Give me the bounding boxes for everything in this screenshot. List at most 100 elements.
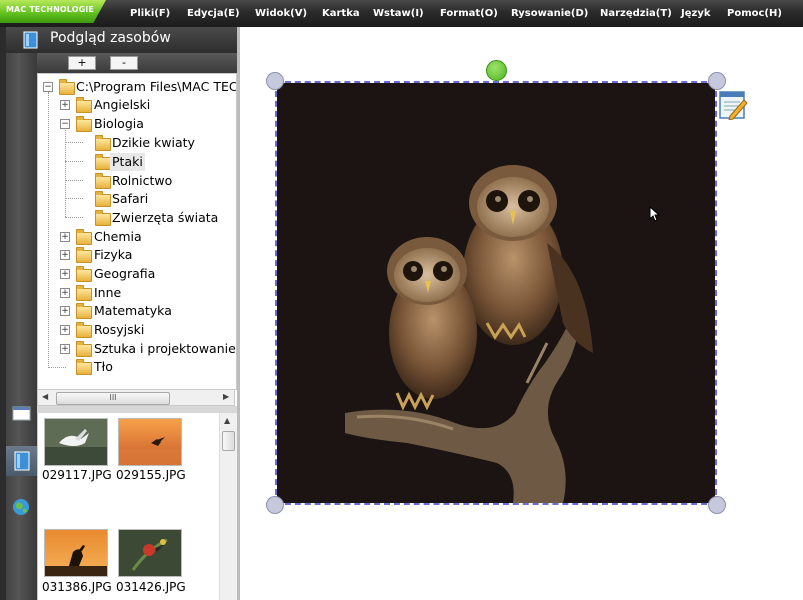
menu-language[interactable]: Język [681,8,711,19]
brand-text: MAC TECHNOLOGIE [6,5,94,14]
scroll-thumb[interactable] [222,431,235,451]
scroll-thumb[interactable]: III [56,392,170,405]
bird-photo-thumbnail [45,419,107,465]
resource-book-icon [14,451,30,471]
menu-edit[interactable]: Edycja(E) [187,8,240,19]
panel-toolbar: + - [37,53,237,73]
resize-handle-bottom-right[interactable] [708,496,726,514]
add-button[interactable]: + [68,56,96,70]
menu-bar: MAC TECHNOLOGIE Pliki(F) Edycja(E) Widok… [0,0,803,28]
thumbnail-031426[interactable] [118,529,182,577]
folder-icon [76,229,92,245]
resource-tree: − C:\Program Files\MAC TECH + Angielski … [37,73,237,390]
thumbnail-vertical-scrollbar[interactable]: ▲ [219,413,237,600]
folder-icon [76,285,92,301]
thumbnail-029155[interactable] [118,418,182,466]
tree-root[interactable]: − C:\Program Files\MAC TECH [38,78,236,96]
tree-item-tlo[interactable]: Tło [38,358,236,376]
expand-icon[interactable]: + [60,269,70,279]
tree-item-zwierzeta-swiata[interactable]: Zwierzęta świata [38,209,236,227]
expand-icon[interactable]: + [60,288,70,298]
selection-frame[interactable] [275,81,717,505]
tree-item-ptaki[interactable]: Ptaki [38,153,236,171]
thumbnail-grid: 029117.JPG 029155.JPG 031386.JPG 031426.… [37,413,238,600]
resource-book-icon [23,31,38,49]
tree-item-safari[interactable]: Safari [38,190,236,208]
side-icon-strip [0,27,37,600]
tree-item-inne[interactable]: + Inne [38,284,236,302]
menu-insert[interactable]: Wstaw(I) [373,8,424,19]
menu-format[interactable]: Format(O) [440,8,498,19]
panel-title: Podgląd zasobów [50,30,171,46]
expand-icon[interactable]: + [60,232,70,242]
collapse-icon[interactable]: − [43,82,53,92]
folder-icon [76,247,92,263]
globe-icon [13,499,29,515]
tree-item-chemia[interactable]: + Chemia [38,228,236,246]
menu-page[interactable]: Kartka [322,8,360,19]
expand-icon[interactable]: + [60,325,70,335]
thumbnail-029117[interactable] [44,418,108,466]
folder-icon [76,359,92,375]
resource-view-button[interactable] [6,446,37,476]
selected-item-label: Ptaki [110,153,145,171]
expand-icon[interactable]: + [60,250,70,260]
page-icon [12,406,31,421]
tree-item-rosyjski[interactable]: + Rosyjski [38,321,236,339]
folder-icon [76,322,92,338]
panel-splitter[interactable] [37,406,237,413]
remove-button[interactable]: - [110,56,138,70]
internet-button[interactable] [6,492,37,522]
menu-help[interactable]: Pomoc(H) [727,8,782,19]
folder-icon [76,266,92,282]
tree-item-geografia[interactable]: + Geografia [38,265,236,283]
tree-item-angielski[interactable]: + Angielski [38,96,236,114]
expand-icon[interactable]: + [60,306,70,316]
panel-header: Podgląd zasobów [6,27,237,53]
menu-view[interactable]: Widok(V) [255,8,307,19]
arrow-cursor-icon [649,205,661,222]
collapse-icon[interactable]: − [60,119,70,129]
tree-item-fizyka[interactable]: + Fizyka [38,246,236,264]
folder-icon [59,79,75,95]
folder-icon [95,154,111,170]
resize-handle-top-left[interactable] [266,72,284,90]
page-view-button[interactable] [6,399,37,429]
tree-horizontal-scrollbar[interactable]: ◀ III ▶ [37,389,235,406]
folder-icon [76,341,92,357]
expand-icon[interactable]: + [60,100,70,110]
folder-icon [95,191,111,207]
scroll-up-icon[interactable]: ▲ [224,416,230,425]
bird-photo-thumbnail [119,530,181,576]
expand-icon[interactable]: + [60,344,70,354]
tree-item-rolnictwo[interactable]: Rolnictwo [38,172,236,190]
menu-drawing[interactable]: Rysowanie(D) [511,8,588,19]
thumbnail-filename: 029155.JPG [116,468,186,482]
thumbnail-filename: 031426.JPG [116,580,186,594]
folder-icon [95,210,111,226]
tree-item-dzikie-kwiaty[interactable]: Dzikie kwiaty [38,134,236,152]
bird-photo-thumbnail [45,530,107,576]
mouse-cursor [649,205,661,222]
scroll-right-icon[interactable]: ▶ [223,392,229,401]
tree-item-matematyka[interactable]: + Matematyka [38,302,236,320]
folder-icon [95,173,111,189]
folder-icon [76,303,92,319]
resize-handle-bottom-left[interactable] [266,496,284,514]
folder-icon [95,135,111,151]
edit-notepad-icon [719,91,748,121]
menu-tools[interactable]: Narzędzia(T) [600,8,672,19]
rotate-handle[interactable] [486,60,507,81]
thumbnail-031386[interactable] [44,529,108,577]
thumbnail-filename: 029117.JPG [42,468,112,482]
menu-file[interactable]: Pliki(F) [130,8,170,19]
brand-logo: MAC TECHNOLOGIE [0,0,106,23]
bird-photo-thumbnail [119,419,181,465]
thumbnail-filename: 031386.JPG [42,580,112,594]
tree-item-sztuka[interactable]: + Sztuka i projektowanie [38,340,236,358]
tree-item-biologia[interactable]: − Biologia [38,115,236,133]
folder-icon [76,97,92,113]
scroll-left-icon[interactable]: ◀ [42,392,48,401]
folder-open-icon [76,116,92,132]
object-edit-button[interactable] [718,88,748,121]
